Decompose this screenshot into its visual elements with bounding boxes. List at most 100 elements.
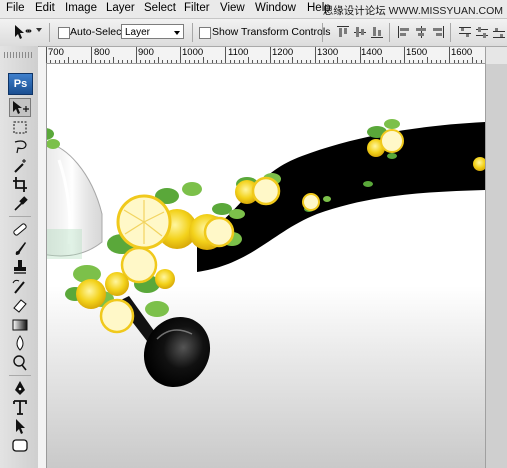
show-transform-checkbox[interactable] — [199, 27, 211, 39]
auto-select-checkbox[interactable] — [58, 27, 70, 39]
ruler-tick — [458, 60, 460, 63]
align-vertical-centers-icon[interactable] — [353, 25, 367, 39]
ruler-tick — [270, 47, 271, 63]
ruler-tick — [113, 57, 115, 63]
ruler-tick — [453, 60, 455, 63]
watermark-text: 思缘设计论坛 WWW.MISSYUAN.COM — [322, 5, 503, 17]
vertical-scrollbar[interactable] — [485, 64, 507, 468]
panel-grip[interactable] — [4, 52, 32, 58]
rectangle-tool-icon[interactable] — [9, 436, 31, 455]
distribute-bottom-icon[interactable] — [492, 25, 506, 39]
lasso-tool-icon[interactable] — [9, 137, 31, 156]
auto-select-dropdown[interactable]: Layer — [121, 24, 184, 39]
align-horizontal-centers-icon[interactable] — [414, 25, 428, 39]
align-top-edges-icon[interactable] — [336, 25, 350, 39]
ruler-tick — [104, 60, 106, 63]
ruler-tick — [234, 60, 236, 63]
path-selection-tool-icon[interactable] — [9, 417, 31, 436]
move-tool-preset-icon[interactable] — [12, 23, 34, 41]
ruler-tick — [314, 47, 316, 63]
ruler-tick — [373, 60, 375, 63]
align-left-edges-icon[interactable] — [397, 25, 411, 39]
ruler-tick — [225, 47, 227, 63]
ruler-tick — [462, 60, 464, 63]
ruler-tick — [422, 60, 424, 63]
menu-view[interactable]: View — [220, 2, 245, 14]
menu-edit[interactable]: Edit — [35, 2, 55, 14]
blur-tool-icon[interactable] — [9, 334, 31, 353]
ruler-tick — [171, 60, 173, 63]
ruler-label: 1200 — [272, 47, 294, 58]
ruler-tick — [390, 60, 392, 63]
gradient-tool-icon[interactable] — [9, 315, 31, 334]
dodge-tool-icon[interactable] — [9, 353, 31, 372]
distribute-vertical-centers-icon[interactable] — [475, 25, 489, 39]
ruler-tick — [117, 60, 119, 63]
ruler-tick — [283, 60, 285, 63]
magic-wand-tool-icon[interactable] — [9, 156, 31, 175]
photoshop-logo[interactable]: Ps — [8, 73, 33, 95]
menu-layer[interactable]: Layer — [106, 2, 135, 14]
ruler-tick — [261, 60, 263, 63]
ruler-tick — [332, 60, 334, 63]
pen-tool-icon[interactable] — [9, 379, 31, 398]
ruler-tick — [395, 60, 397, 63]
ruler-tick — [131, 60, 133, 63]
tool-separator — [9, 216, 31, 217]
ruler-tick — [229, 60, 231, 63]
ruler-tick — [180, 47, 182, 63]
eyedropper-tool-icon[interactable] — [9, 194, 31, 213]
align-right-edges-icon[interactable] — [431, 25, 445, 39]
ruler-tick — [413, 60, 415, 63]
ruler-tick — [359, 47, 361, 63]
ruler-label: 1600 — [451, 47, 473, 58]
auto-select-value: Layer — [125, 27, 151, 38]
ruler-tick — [211, 60, 213, 63]
menu-bar: File Edit Image Layer Select Filter View… — [0, 0, 507, 19]
ruler-tick — [86, 60, 88, 63]
ruler-tick — [126, 60, 128, 63]
ruler-tick — [193, 60, 195, 63]
eraser-tool-icon[interactable] — [9, 296, 31, 315]
scrollbar-corner — [485, 47, 507, 65]
ruler-tick — [408, 60, 410, 63]
crop-tool-icon[interactable] — [9, 175, 31, 194]
ruler-label: 800 — [94, 47, 110, 58]
ruler-label: 1100 — [228, 47, 249, 58]
healing-brush-tool-icon[interactable] — [9, 220, 31, 239]
ruler-tick — [274, 60, 276, 63]
brush-tool-icon[interactable] — [9, 239, 31, 258]
menu-file[interactable]: File — [6, 2, 25, 14]
ruler-tick — [467, 60, 469, 63]
ruler-tick — [431, 60, 433, 63]
ruler-label: 1400 — [361, 47, 383, 58]
ruler-tick — [153, 60, 155, 63]
menu-filter[interactable]: Filter — [184, 2, 210, 14]
ruler-tick — [265, 60, 267, 63]
ruler-tick — [440, 60, 442, 63]
ruler-tick — [292, 57, 294, 63]
ruler-tick — [476, 60, 478, 63]
vertical-ruler — [38, 63, 47, 468]
marquee-tool-icon[interactable] — [9, 118, 31, 137]
move-tool-icon[interactable] — [9, 98, 31, 117]
ruler-label: 700 — [48, 47, 64, 58]
ruler-tick — [278, 60, 280, 63]
ruler-tick — [350, 60, 352, 63]
align-bottom-edges-icon[interactable] — [370, 25, 384, 39]
history-brush-tool-icon[interactable] — [9, 277, 31, 296]
ruler-tick — [287, 60, 289, 63]
show-transform-label: Show Transform Controls — [212, 26, 331, 38]
ruler-tick — [140, 60, 142, 63]
preset-dropdown-arrow-icon[interactable] — [36, 28, 42, 32]
type-tool-icon[interactable] — [9, 398, 31, 417]
menu-image[interactable]: Image — [65, 2, 97, 14]
ruler-tick — [404, 47, 406, 63]
ruler-tick — [166, 60, 168, 63]
menu-window[interactable]: Window — [255, 2, 296, 14]
artwork — [47, 119, 485, 388]
distribute-top-icon[interactable] — [458, 25, 472, 39]
clone-stamp-tool-icon[interactable] — [9, 258, 31, 277]
document-canvas[interactable] — [47, 64, 485, 468]
menu-select[interactable]: Select — [144, 2, 176, 14]
